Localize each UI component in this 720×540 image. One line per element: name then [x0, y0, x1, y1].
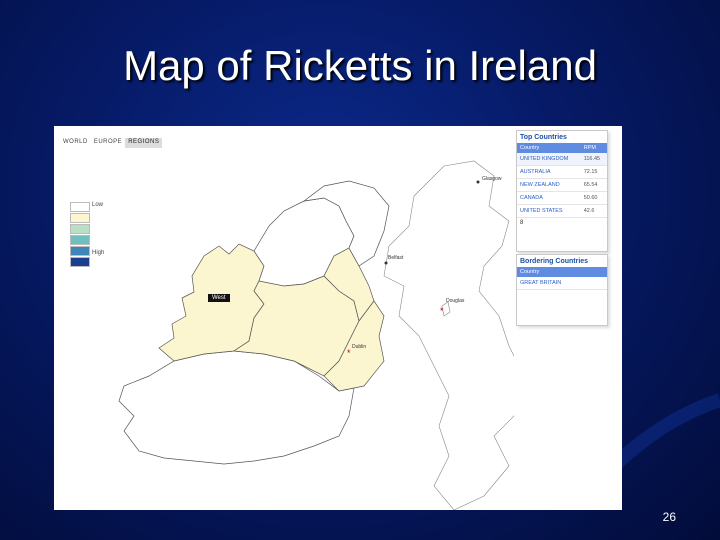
col-rpm[interactable]: RPM [580, 143, 607, 153]
map-screenshot: WORLD EUROPE REGIONS Low High * * Glasgo… [54, 126, 622, 510]
douglas-marker: * [440, 306, 444, 316]
rpm-value: 116.45 [580, 153, 607, 166]
region-tooltip: West [208, 294, 230, 302]
city-label-dublin: Dublin [352, 344, 367, 350]
table-row: AUSTRALIA 72.15 [517, 165, 607, 179]
rpm-value: 50.60 [580, 191, 607, 205]
country-link[interactable]: UNITED KINGDOM [517, 153, 581, 166]
col-country[interactable]: Country [517, 143, 581, 153]
slide-number: 26 [662, 510, 676, 524]
top-countries-table: Country RPM UNITED KINGDOM 116.45 AUSTRA… [517, 143, 607, 218]
country-link[interactable]: GREAT BRITAIN [517, 277, 607, 290]
belfast-dot [384, 261, 388, 265]
top-countries-footer: 8 [520, 220, 524, 226]
city-label-douglas: Douglas [446, 298, 465, 304]
col-country[interactable]: Country [517, 267, 607, 277]
city-label-belfast: Belfast [388, 255, 404, 261]
table-row: NEW ZEALAND 65.54 [517, 178, 607, 192]
glasgow-dot [476, 180, 480, 184]
table-row: UNITED STATES 42.6 [517, 204, 607, 218]
top-countries-panel: Top Countries Country RPM UNITED KINGDOM… [516, 130, 608, 252]
city-label-glasgow: Glasgow [482, 176, 502, 182]
rpm-value: 65.54 [580, 178, 607, 192]
bordering-countries-title: Bordering Countries [520, 258, 589, 265]
bordering-countries-table: Country GREAT BRITAIN [517, 267, 607, 290]
table-row: GREAT BRITAIN [517, 277, 607, 290]
country-link[interactable]: AUSTRALIA [517, 165, 581, 179]
table-row: CANADA 50.60 [517, 191, 607, 205]
slide-title: Map of Ricketts in Ireland [123, 42, 597, 89]
bordering-countries-panel: Bordering Countries Country GREAT BRITAI… [516, 254, 608, 326]
table-row: UNITED KINGDOM 116.45 [517, 153, 607, 166]
rpm-value: 42.6 [580, 204, 607, 218]
ireland-map: * * [118, 160, 514, 510]
rpm-value: 72.15 [580, 165, 607, 179]
dublin-marker: * [347, 348, 351, 358]
top-countries-title: Top Countries [520, 134, 567, 141]
country-link[interactable]: CANADA [517, 191, 581, 205]
country-link[interactable]: UNITED STATES [517, 204, 581, 218]
great-britain-outline [383, 160, 514, 510]
country-link[interactable]: NEW ZEALAND [517, 178, 581, 192]
